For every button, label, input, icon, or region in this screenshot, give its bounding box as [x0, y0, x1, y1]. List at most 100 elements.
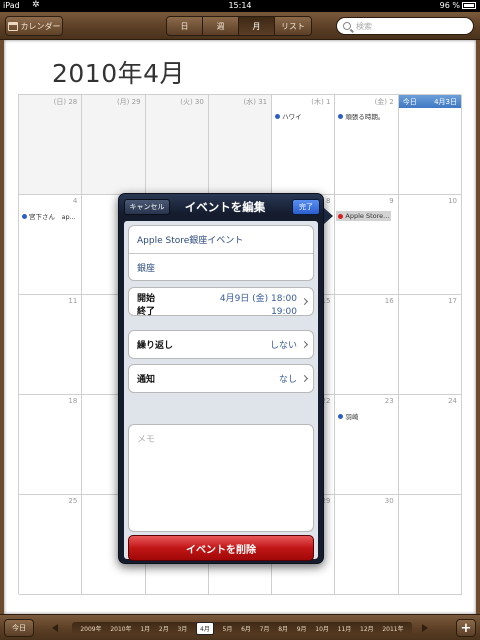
popover-arrow — [324, 208, 333, 224]
day-cell[interactable]: 23 羽崎 — [335, 395, 399, 495]
timeline-item[interactable]: 11月 — [338, 624, 352, 633]
end-value: 19:00 — [271, 307, 297, 317]
timeline-item[interactable]: 3月 — [177, 624, 187, 633]
day-cell[interactable]: 4 宮下さん ap... — [19, 195, 83, 295]
event-dot-icon — [275, 113, 281, 119]
event-location-field[interactable]: 銀座 — [129, 253, 313, 280]
timeline-item[interactable]: 2009年 — [80, 624, 101, 633]
day-cell[interactable]: 10 — [398, 195, 462, 295]
battery-percent: 96 % — [439, 1, 460, 10]
timeline-item[interactable]: 12月 — [360, 624, 374, 633]
calendar-event[interactable]: 頑張る時期。 — [338, 111, 384, 121]
start-end-labels: 開始 終了 — [137, 293, 155, 319]
search-box[interactable] — [336, 17, 474, 35]
timeline-item[interactable]: 1月 — [140, 624, 150, 633]
day-cell[interactable]: 17 — [398, 295, 462, 395]
event-title: 頑張る時期。 — [345, 113, 385, 121]
timeline-item[interactable]: 2月 — [159, 624, 169, 633]
month-timeline[interactable]: 2009年 2010年 1月 2月 3月 4月 5月 6月 7月 8月 9月 10月 11月 12月 201… — [72, 621, 412, 635]
day-number: 8 — [325, 197, 331, 205]
timeline-item[interactable]: 2011年 — [382, 624, 403, 633]
previous-arrow-icon[interactable] — [52, 624, 58, 632]
add-event-button[interactable]: + — [456, 619, 476, 637]
view-tab-3[interactable]: リスト — [275, 17, 311, 35]
day-cell[interactable]: 24 — [398, 395, 462, 495]
day-cell[interactable]: 25 — [19, 495, 83, 595]
repeat-row[interactable]: 繰り返し しない — [129, 331, 313, 358]
start-value: 4月9日 (金) 18:00 — [219, 294, 297, 304]
alert-row[interactable]: 通知 なし — [129, 365, 313, 392]
calendar-event[interactable]: 羽崎 — [338, 411, 358, 421]
day-number: 4 — [72, 197, 78, 205]
day-cell[interactable] — [398, 495, 462, 595]
calendar-event[interactable]: ハワイ — [275, 111, 302, 121]
plus-icon: + — [460, 620, 472, 636]
day-cell[interactable]: 今日 4月3日 — [398, 95, 462, 195]
calendar-event[interactable]: Apple Store... — [336, 211, 392, 221]
day-cell[interactable]: 30 — [335, 495, 399, 595]
day-cell[interactable]: (水) 31 — [208, 95, 273, 195]
chevron-right-icon — [300, 374, 309, 383]
status-bar: iPad ✲ 15:14 96 % — [0, 0, 480, 12]
view-tab-1[interactable]: 週 — [203, 17, 239, 35]
memo-field[interactable]: メモ — [128, 424, 314, 532]
day-number: (月) 29 — [116, 98, 141, 106]
day-number: (木) 1 — [311, 98, 331, 106]
day-number: (水) 31 — [243, 98, 268, 106]
timeline-item[interactable]: 6月 — [241, 624, 251, 633]
day-cell[interactable]: (月) 29 — [82, 95, 146, 195]
memo-placeholder: メモ — [137, 435, 156, 445]
event-title-value: Apple Store銀座イベント — [137, 236, 244, 246]
done-button[interactable]: 完了 — [292, 199, 320, 215]
timeline-item[interactable]: 5月 — [223, 624, 233, 633]
day-number: 11 — [68, 297, 78, 305]
repeat-value: しない — [269, 341, 297, 351]
alert-label: 通知 — [137, 375, 156, 385]
search-icon — [343, 22, 351, 30]
day-cell[interactable]: 9 Apple Store... — [335, 195, 399, 295]
cancel-button[interactable]: キャンセル — [124, 199, 170, 215]
start-label: 開始 — [137, 294, 156, 304]
timeline-item[interactable]: 8月 — [278, 624, 288, 633]
event-dot-icon — [338, 213, 344, 219]
day-cell[interactable]: 16 — [335, 295, 399, 395]
delete-event-button[interactable]: イベントを削除 — [128, 535, 314, 561]
event-title-field[interactable]: Apple Store銀座イベント — [129, 226, 313, 253]
day-number: 10 — [448, 197, 457, 205]
start-end-row[interactable]: 開始 終了 4月9日 (金) 18:00 19:00 — [129, 288, 313, 317]
alert-value: なし — [278, 375, 297, 385]
search-input[interactable] — [356, 21, 466, 31]
view-tab-2[interactable]: 月 — [239, 17, 275, 35]
day-cell[interactable]: (火) 30 — [145, 95, 209, 195]
view-tab-0[interactable]: 日 — [167, 17, 203, 35]
calendar-icon — [7, 21, 18, 31]
timeline-item[interactable]: 2010年 — [110, 624, 131, 633]
timeline-item[interactable]: 7月 — [260, 624, 270, 633]
time-group: 開始 終了 4月9日 (金) 18:00 19:00 — [128, 287, 314, 317]
day-number: 9 — [389, 197, 394, 205]
event-dot-icon — [22, 213, 27, 219]
timeline-item[interactable]: 10月 — [315, 624, 329, 633]
timeline-item[interactable]: 9月 — [297, 624, 307, 633]
calendars-button[interactable]: カレンダー — [5, 16, 63, 36]
day-number: 23 — [384, 397, 394, 405]
edit-event-popover: キャンセル イベントを編集 完了 Apple Store銀座イベント 銀座 開始… — [118, 193, 333, 564]
calendar-event[interactable]: 宮下さん ap... — [22, 211, 76, 221]
popover-title: イベントを編集 — [184, 200, 266, 214]
day-number: 25 — [68, 497, 78, 505]
repeat-label: 繰り返し — [137, 341, 174, 351]
day-cell[interactable]: 11 — [19, 295, 83, 395]
day-number: 18 — [68, 397, 78, 405]
day-cell[interactable]: (木) 1 ハワイ — [272, 95, 336, 195]
event-title: Apple Store... — [345, 212, 390, 220]
today-header: 今日 4月3日 — [398, 95, 461, 108]
timeline-item[interactable]: 4月 — [196, 621, 214, 635]
day-cell[interactable]: 18 — [19, 395, 83, 495]
day-cell[interactable]: (金) 2 頑張る時期。 — [335, 95, 399, 195]
day-cell[interactable]: (日) 28 — [19, 95, 83, 195]
title-location-group: Apple Store銀座イベント 銀座 — [128, 225, 314, 281]
repeat-group: 繰り返し しない — [128, 330, 314, 359]
battery-indicator: 96 % — [440, 1, 476, 10]
next-arrow-icon[interactable] — [422, 624, 428, 632]
today-button[interactable]: 今日 — [4, 619, 34, 637]
